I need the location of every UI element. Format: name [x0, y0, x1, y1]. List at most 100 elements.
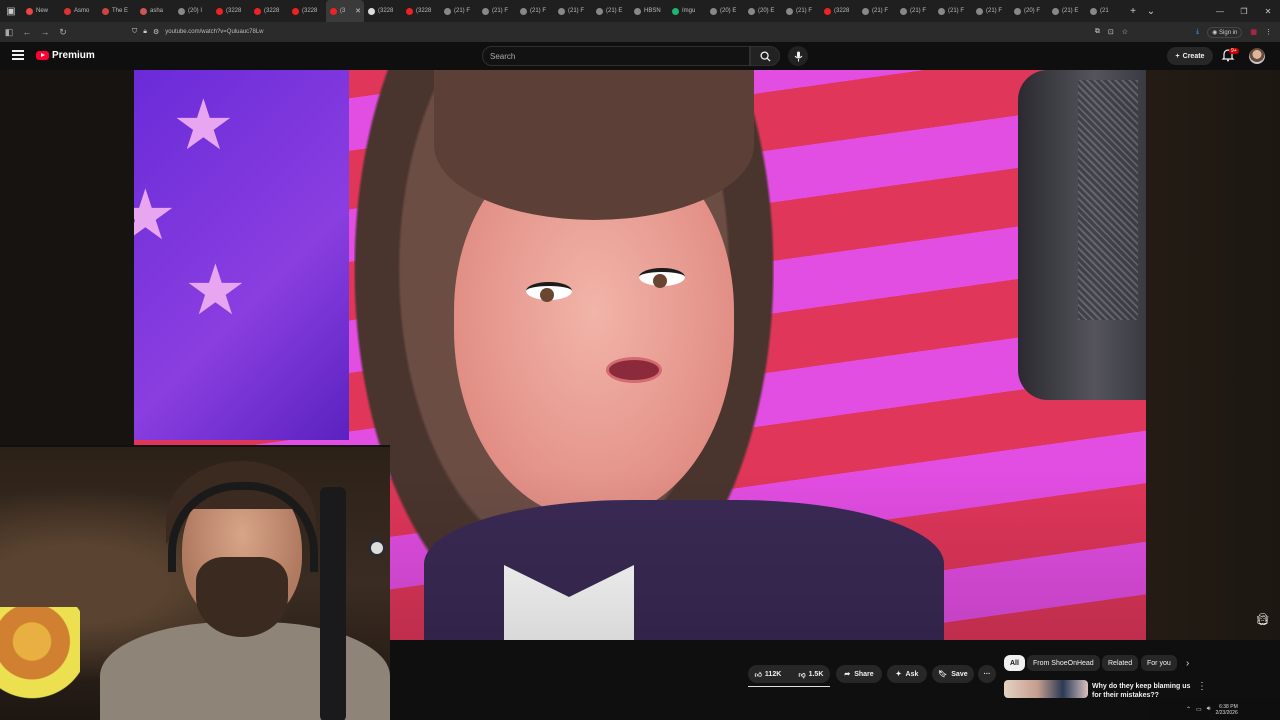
recommendation-thumbnail[interactable] — [1004, 680, 1088, 698]
more-actions-button[interactable]: ··· — [978, 665, 996, 683]
system-clock[interactable]: 6:38 PM 2/23/2026 — [1215, 704, 1237, 716]
forward-icon[interactable]: → — [36, 27, 54, 37]
tab-favicon-icon — [634, 7, 641, 15]
mic-knob-shape — [368, 539, 386, 557]
browser-tab[interactable]: (3228 — [212, 0, 250, 22]
chip-for-you[interactable]: For you — [1141, 655, 1177, 671]
browser-tab[interactable]: (20) E — [706, 0, 744, 22]
tab-favicon-icon — [254, 7, 261, 15]
ask-button[interactable]: ✦ Ask — [887, 665, 927, 683]
sidebar-toggle-icon[interactable]: ◧ — [0, 27, 18, 38]
site-settings-icon[interactable]: ⚙ — [153, 28, 159, 36]
more-icon: ··· — [983, 670, 991, 678]
browser-signin-label: Sign in — [1219, 29, 1238, 36]
browser-tab[interactable]: (21) F — [478, 0, 516, 22]
url-field[interactable]: ⛉ 🔒︎ ⚙ youtube.com/watch?v=Quluauc78Lw — [132, 25, 264, 39]
browser-tab[interactable]: New — [22, 0, 60, 22]
url-text[interactable]: youtube.com/watch?v=Quluauc78Lw — [165, 29, 263, 35]
page-background-left — [0, 70, 134, 445]
browser-tab[interactable]: (3228 — [288, 0, 326, 22]
browser-tab[interactable]: The E — [98, 0, 136, 22]
chip-all[interactable]: All — [1004, 655, 1025, 671]
tab-search-icon[interactable]: ⌄ — [1142, 6, 1160, 17]
volume-icon[interactable]: 🔊︎ — [1207, 706, 1211, 713]
search-input[interactable]: Search — [482, 46, 750, 66]
tab-favicon-icon — [976, 7, 983, 15]
new-tab-button[interactable]: + — [1124, 6, 1142, 17]
youtube-premium-logo[interactable]: Premium — [36, 50, 95, 61]
like-button[interactable]: 👍︎ 112K — [755, 670, 782, 679]
browser-tab[interactable]: (21) F — [896, 0, 934, 22]
lock-icon[interactable]: 🔒︎ — [143, 28, 147, 36]
dislike-button[interactable]: 👎︎ 1.5K — [798, 670, 823, 679]
chevron-right-icon[interactable]: › — [1186, 658, 1189, 669]
screenshot-icon[interactable]: ⊡ — [1108, 28, 1114, 36]
browser-tab[interactable]: (21) E — [592, 0, 630, 22]
browser-signin-button[interactable]: ◉ Sign in — [1207, 26, 1243, 38]
guide-menu-icon[interactable] — [12, 50, 24, 60]
browser-tab[interactable]: (21) F — [782, 0, 820, 22]
minimize-icon[interactable]: — — [1208, 7, 1232, 16]
tab-favicon-icon — [216, 7, 223, 15]
create-button[interactable]: + Create — [1167, 47, 1213, 65]
share-button[interactable]: ➦ Share — [836, 665, 882, 683]
reload-icon[interactable]: ↻ — [54, 27, 72, 38]
tab-label: (21) F — [568, 8, 585, 14]
tab-label: (21) F — [492, 8, 509, 14]
tab-favicon-icon — [824, 7, 831, 15]
browser-tab[interactable]: Asmo — [60, 0, 98, 22]
tab-favicon-icon — [482, 7, 489, 15]
browser-tab[interactable]: (21 — [1086, 0, 1124, 22]
back-icon[interactable]: ← — [18, 27, 36, 37]
toolbar-right: ⧉ ⊡ ☆ ⤓ ◉ Sign in ▦ ⋮ — [1095, 26, 1280, 38]
figurine-icon: 🧝︎ — [1255, 612, 1271, 626]
tab-favicon-icon — [330, 7, 337, 15]
browser-tab[interactable]: (3228 — [402, 0, 440, 22]
browser-tab[interactable]: (21) F — [554, 0, 592, 22]
tab-favicon-icon — [1014, 7, 1021, 15]
voice-search-button[interactable] — [788, 46, 808, 66]
download-icon[interactable]: ⤓ — [1196, 28, 1199, 36]
browser-tab[interactable]: Imgu — [668, 0, 706, 22]
browser-tab[interactable]: (3228 — [820, 0, 858, 22]
browser-menu-icon[interactable]: ⋮ — [1265, 28, 1272, 36]
browser-tab[interactable]: (20) F — [1010, 0, 1048, 22]
browser-tab[interactable]: (21) F — [934, 0, 972, 22]
tab-favicon-icon — [292, 7, 299, 15]
browser-tab[interactable]: (3228 — [250, 0, 288, 22]
extension-icon[interactable]: ▦ — [1250, 28, 1257, 36]
recommendation-menu-icon[interactable]: ⋮ — [1197, 681, 1207, 692]
restore-icon[interactable]: ❐ — [1232, 7, 1256, 16]
chip-from-channel[interactable]: From ShoeOnHead — [1027, 655, 1100, 671]
browser-tab[interactable]: (3 ✕ — [326, 0, 364, 22]
browser-tab[interactable]: (21) F — [516, 0, 554, 22]
avatar[interactable] — [1249, 48, 1265, 64]
browser-tab[interactable]: (3228 — [364, 0, 402, 22]
tab-favicon-icon — [938, 7, 945, 15]
search-button[interactable] — [750, 46, 780, 66]
save-button[interactable]: 🔖︎ Save — [932, 665, 974, 683]
tab-label: The E — [112, 8, 129, 14]
browser-tab[interactable]: (20) I — [174, 0, 212, 22]
tab-actions-icon[interactable]: ▣ — [0, 0, 22, 22]
tab-close-icon[interactable]: ✕ — [355, 7, 361, 15]
tray-chevron-icon[interactable]: ⌃ — [1186, 706, 1191, 713]
chip-related[interactable]: Related — [1102, 655, 1139, 671]
shield-icon[interactable]: ⛉ — [132, 28, 137, 36]
notifications-badge: 9+ — [1229, 48, 1239, 54]
thumbs-down-icon: 👎︎ — [798, 671, 806, 679]
pip-icon[interactable]: ⧉ — [1095, 28, 1100, 36]
like-dislike-group: 👍︎ 112K 👎︎ 1.5K — [748, 665, 830, 683]
browser-tab[interactable]: (21) F — [972, 0, 1010, 22]
browser-tab[interactable]: (21) F — [858, 0, 896, 22]
logo-text: Premium — [52, 50, 95, 61]
browser-tab[interactable]: (20) E — [744, 0, 782, 22]
tab-favicon-icon — [748, 7, 755, 15]
browser-tab[interactable]: HBSN — [630, 0, 668, 22]
network-icon[interactable]: ▭ — [1196, 706, 1202, 713]
close-window-icon[interactable]: ✕ — [1256, 7, 1280, 16]
browser-tab[interactable]: (21) E — [1048, 0, 1086, 22]
bookmark-star-icon[interactable]: ☆ — [1122, 28, 1128, 36]
browser-tab[interactable]: (21) F — [440, 0, 478, 22]
browser-tab[interactable]: asha — [136, 0, 174, 22]
